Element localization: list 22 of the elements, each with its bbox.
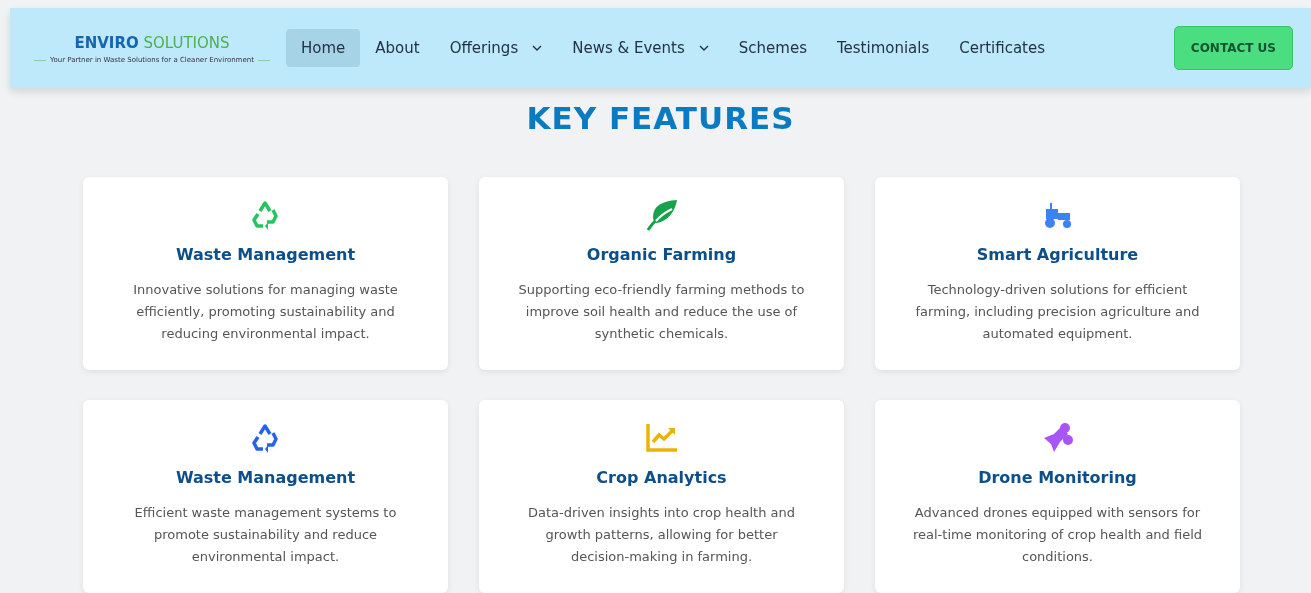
feature-title: Crop Analytics — [595, 467, 728, 490]
feature-description: Innovative solutions for managing waste efficiently, promoting sustainability and reducing environmental impact. — [132, 281, 399, 344]
nav-link[interactable]: Schemes — [723, 28, 822, 68]
nav-link[interactable]: Certificates — [944, 28, 1061, 68]
nav-link[interactable]: News & Events — [557, 28, 724, 68]
brand-name[interactable]: ENVIRO SOLUTIONS — [74, 32, 230, 52]
feature-description: Supporting eco-friendly farming methods to improve soil health and reduce the use of synthetic chemicals. — [517, 281, 806, 344]
nav-link[interactable]: Offerings — [434, 28, 558, 68]
feature-description: Data-driven insights into crop health and growth patterns, allowing for better decision-making in farming. — [526, 504, 797, 567]
nav-link[interactable]: About — [360, 28, 435, 68]
feature-title: Drone Monitoring — [977, 467, 1138, 490]
feature-title: Smart Agriculture — [975, 244, 1140, 267]
feature-description: Efficient waste management systems to promote sustainability and reduce environmental impact. — [133, 504, 398, 567]
contact-button[interactable]: CONTACT US — [1173, 26, 1293, 70]
feature-description: Advanced drones equipped with sensors for real-time monitoring of crop health and field conditions. — [911, 504, 1204, 567]
nav-link[interactable]: Testimonials — [821, 28, 945, 68]
feature-title: Waste Management — [174, 244, 357, 267]
feature-title: Waste Management — [174, 467, 357, 490]
nav-link[interactable]: Home — [286, 28, 361, 68]
feature-title: Organic Farming — [585, 244, 738, 267]
section-title: KEY FEATURES — [525, 100, 796, 138]
feature-description: Technology-driven solutions for efficient farming, including precision agriculture and automated equipment. — [914, 281, 1201, 344]
